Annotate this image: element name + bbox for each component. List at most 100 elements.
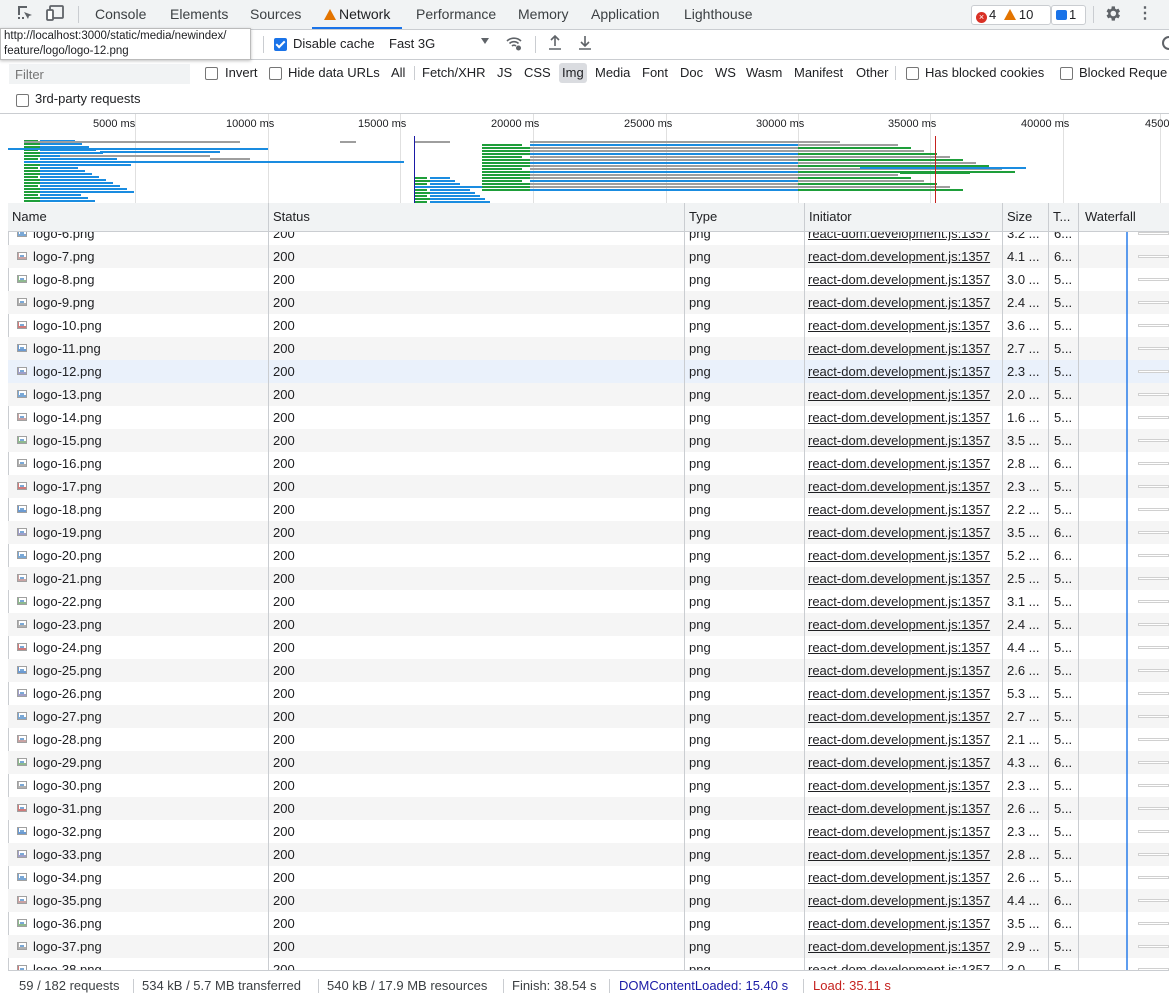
- table-row[interactable]: logo-29.png 200 png react-dom.development.j…: [8, 751, 1169, 774]
- column-header-type[interactable]: Type: [685, 203, 801, 231]
- cell-name[interactable]: logo-37.png: [33, 935, 268, 958]
- cell-name[interactable]: logo-18.png: [33, 498, 268, 521]
- cell-name[interactable]: logo-10.png: [33, 314, 268, 337]
- cell-name[interactable]: logo-27.png: [33, 705, 268, 728]
- cell-initiator-link[interactable]: react-dom.development.js:1357: [808, 590, 998, 613]
- table-row[interactable]: logo-34.png 200 png react-dom.development.j…: [8, 866, 1169, 889]
- table-row[interactable]: logo-15.png 200 png react-dom.development.j…: [8, 429, 1169, 452]
- table-row[interactable]: logo-25.png 200 png react-dom.development.j…: [8, 659, 1169, 682]
- table-row[interactable]: logo-30.png 200 png react-dom.development.j…: [8, 774, 1169, 797]
- cell-name[interactable]: logo-35.png: [33, 889, 268, 912]
- cell-name[interactable]: logo-17.png: [33, 475, 268, 498]
- type-filter-all[interactable]: All: [388, 63, 408, 83]
- cell-initiator-link[interactable]: react-dom.development.js:1357: [808, 797, 998, 820]
- tab-lighthouse[interactable]: Lighthouse: [684, 0, 753, 29]
- cell-name[interactable]: logo-12.png: [33, 360, 268, 383]
- cell-initiator-link[interactable]: react-dom.development.js:1357: [808, 360, 998, 383]
- table-row[interactable]: logo-37.png 200 png react-dom.development.j…: [8, 935, 1169, 958]
- cell-name[interactable]: logo-32.png: [33, 820, 268, 843]
- cell-initiator-link[interactable]: react-dom.development.js:1357: [808, 912, 998, 935]
- cell-name[interactable]: logo-7.png: [33, 245, 268, 268]
- hide-data-urls-checkbox[interactable]: [269, 67, 282, 80]
- device-toolbar-icon[interactable]: [46, 4, 66, 28]
- type-filter-img[interactable]: Img: [559, 63, 587, 83]
- table-row[interactable]: logo-17.png 200 png react-dom.development.j…: [8, 475, 1169, 498]
- type-filter-doc[interactable]: Doc: [677, 63, 706, 83]
- cell-initiator-link[interactable]: react-dom.development.js:1357: [808, 314, 998, 337]
- type-filter-wasm[interactable]: Wasm: [743, 63, 785, 83]
- cell-initiator-link[interactable]: react-dom.development.js:1357: [808, 958, 998, 970]
- cell-name[interactable]: logo-13.png: [33, 383, 268, 406]
- cell-name[interactable]: logo-31.png: [33, 797, 268, 820]
- cell-name[interactable]: logo-22.png: [33, 590, 268, 613]
- type-filter-ws[interactable]: WS: [712, 63, 739, 83]
- table-row[interactable]: logo-23.png 200 png react-dom.development.j…: [8, 613, 1169, 636]
- table-row[interactable]: logo-32.png 200 png react-dom.development.j…: [8, 820, 1169, 843]
- cell-initiator-link[interactable]: react-dom.development.js:1357: [808, 866, 998, 889]
- table-row[interactable]: logo-11.png 200 png react-dom.development.j…: [8, 337, 1169, 360]
- cell-initiator-link[interactable]: react-dom.development.js:1357: [808, 705, 998, 728]
- cell-name[interactable]: logo-11.png: [33, 337, 268, 360]
- cell-initiator-link[interactable]: react-dom.development.js:1357: [808, 383, 998, 406]
- cell-initiator-link[interactable]: react-dom.development.js:1357: [808, 521, 998, 544]
- tab-performance[interactable]: Performance: [416, 0, 496, 29]
- cell-initiator-link[interactable]: react-dom.development.js:1357: [808, 291, 998, 314]
- cell-initiator-link[interactable]: react-dom.development.js:1357: [808, 567, 998, 590]
- column-divider[interactable]: [1078, 203, 1079, 970]
- cell-initiator-link[interactable]: react-dom.development.js:1357: [808, 889, 998, 912]
- table-row[interactable]: logo-12.png 200 png react-dom.development.j…: [8, 360, 1169, 383]
- cell-initiator-link[interactable]: react-dom.development.js:1357: [808, 774, 998, 797]
- cell-name[interactable]: logo-24.png: [33, 636, 268, 659]
- cell-initiator-link[interactable]: react-dom.development.js:1357: [808, 843, 998, 866]
- column-divider[interactable]: [268, 203, 269, 970]
- cell-name[interactable]: logo-8.png: [33, 268, 268, 291]
- column-divider[interactable]: [684, 203, 685, 970]
- cell-initiator-link[interactable]: react-dom.development.js:1357: [808, 820, 998, 843]
- third-party-requests-checkbox[interactable]: [16, 94, 29, 107]
- table-row[interactable]: logo-33.png 200 png react-dom.development.j…: [8, 843, 1169, 866]
- cell-initiator-link[interactable]: react-dom.development.js:1357: [808, 636, 998, 659]
- network-conditions-icon[interactable]: [505, 34, 523, 58]
- table-row[interactable]: logo-36.png 200 png react-dom.development.j…: [8, 912, 1169, 935]
- cell-name[interactable]: logo-36.png: [33, 912, 268, 935]
- column-header-status[interactable]: Status: [269, 203, 683, 231]
- throttling-select[interactable]: Fast 3G: [389, 36, 491, 54]
- table-row[interactable]: logo-35.png 200 png react-dom.development.j…: [8, 889, 1169, 912]
- cell-name[interactable]: logo-16.png: [33, 452, 268, 475]
- table-row[interactable]: logo-22.png 200 png react-dom.development.j…: [8, 590, 1169, 613]
- table-row[interactable]: logo-14.png 200 png react-dom.development.j…: [8, 406, 1169, 429]
- column-divider[interactable]: [1048, 203, 1049, 970]
- column-header-waterfall[interactable]: Waterfall: [1081, 203, 1169, 231]
- cell-name[interactable]: logo-20.png: [33, 544, 268, 567]
- cell-initiator-link[interactable]: react-dom.development.js:1357: [808, 245, 998, 268]
- cell-name[interactable]: logo-21.png: [33, 567, 268, 590]
- cell-initiator-link[interactable]: react-dom.development.js:1357: [808, 232, 998, 245]
- messages-counter[interactable]: 1: [1051, 5, 1086, 25]
- network-settings-gear-icon[interactable]: [1160, 34, 1169, 58]
- cell-name[interactable]: logo-38.png: [33, 958, 268, 970]
- inspect-element-icon[interactable]: [16, 4, 34, 28]
- type-filter-media[interactable]: Media: [592, 63, 633, 83]
- cell-initiator-link[interactable]: react-dom.development.js:1357: [808, 751, 998, 774]
- cell-initiator-link[interactable]: react-dom.development.js:1357: [808, 613, 998, 636]
- column-header-name[interactable]: Name: [8, 203, 268, 231]
- cell-name[interactable]: logo-9.png: [33, 291, 268, 314]
- invert-checkbox[interactable]: [205, 67, 218, 80]
- table-row[interactable]: logo-28.png 200 png react-dom.development.j…: [8, 728, 1169, 751]
- cell-initiator-link[interactable]: react-dom.development.js:1357: [808, 659, 998, 682]
- filter-input[interactable]: [9, 64, 190, 84]
- cell-name[interactable]: logo-33.png: [33, 843, 268, 866]
- cell-name[interactable]: logo-23.png: [33, 613, 268, 636]
- more-options-icon[interactable]: ⋮: [1137, 4, 1153, 24]
- tab-network[interactable]: Network: [312, 0, 403, 29]
- tab-elements[interactable]: Elements: [170, 0, 228, 29]
- tab-sources[interactable]: Sources: [250, 0, 301, 29]
- import-har-icon[interactable]: [547, 34, 563, 58]
- table-row[interactable]: logo-10.png 200 png react-dom.development.j…: [8, 314, 1169, 337]
- cell-name[interactable]: logo-34.png: [33, 866, 268, 889]
- column-divider[interactable]: [804, 203, 805, 970]
- tab-application[interactable]: Application: [591, 0, 660, 29]
- type-filter-font[interactable]: Font: [639, 63, 671, 83]
- cell-initiator-link[interactable]: react-dom.development.js:1357: [808, 935, 998, 958]
- tab-memory[interactable]: Memory: [518, 0, 569, 29]
